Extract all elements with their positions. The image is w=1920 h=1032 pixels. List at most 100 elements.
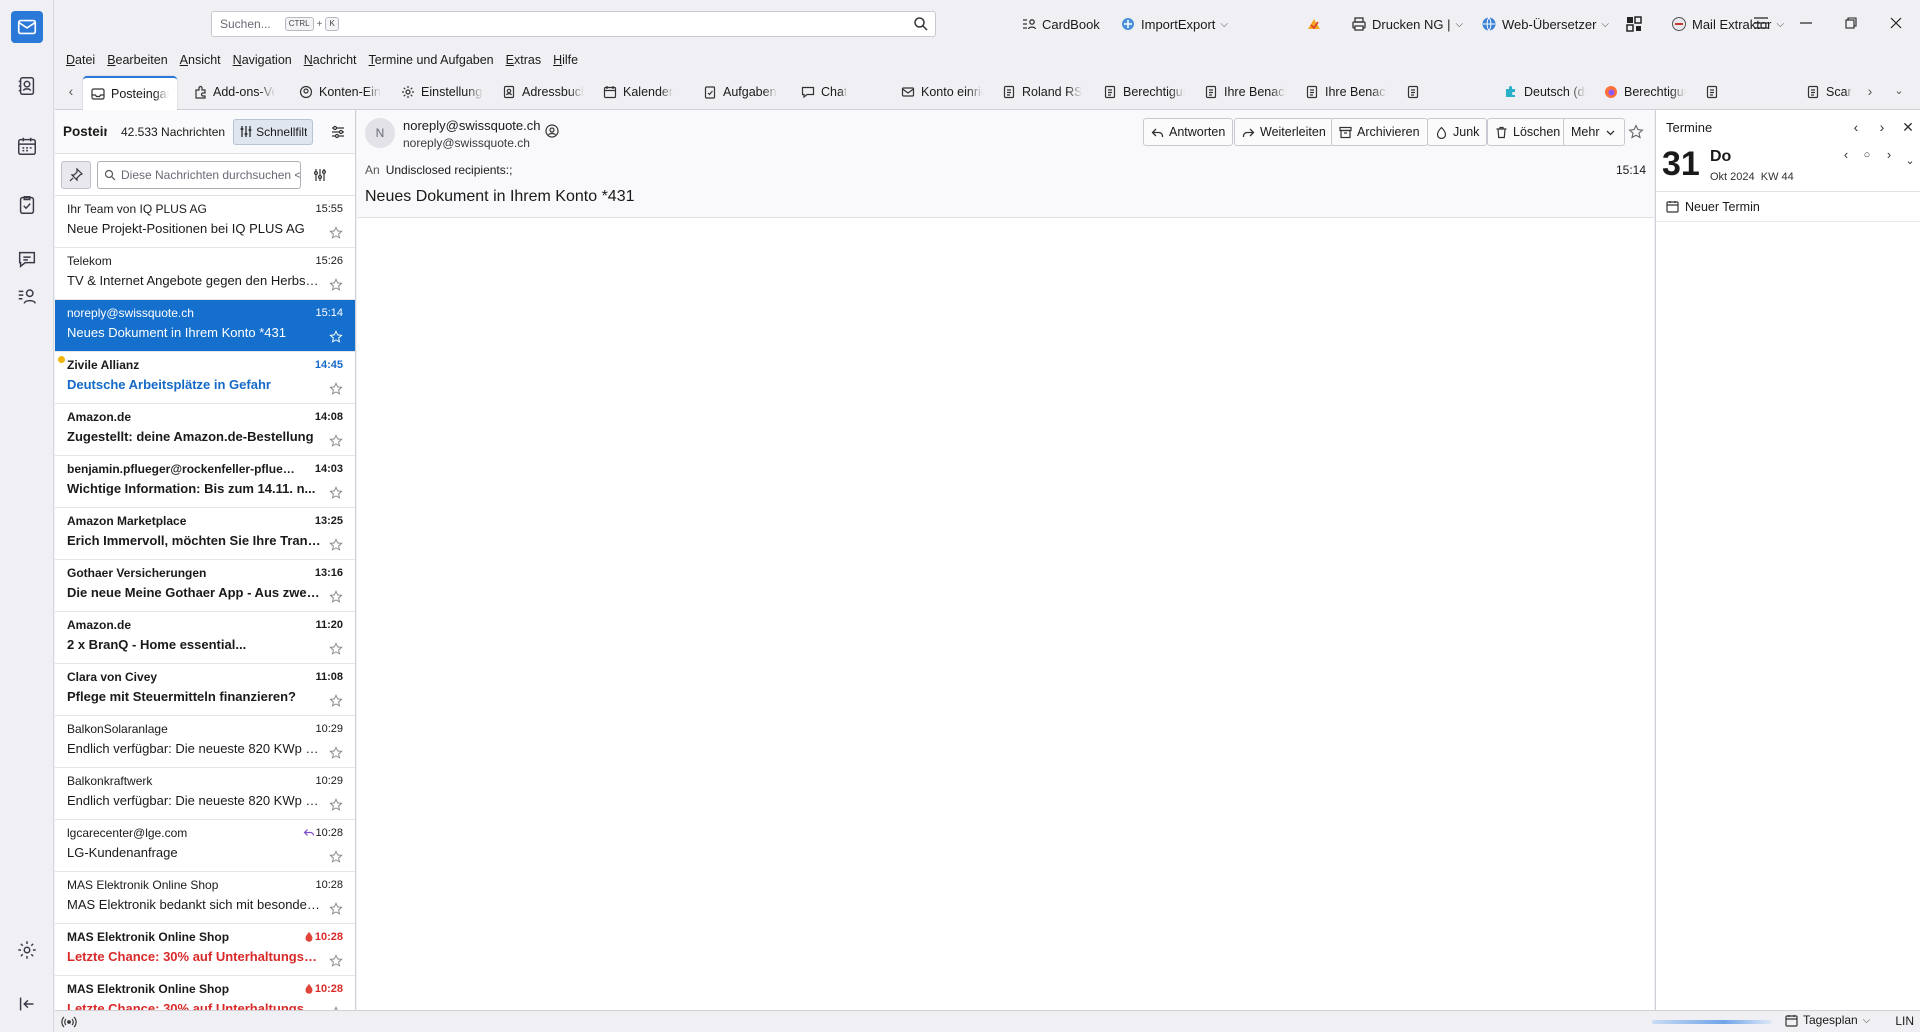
tab-scroll-left-icon[interactable]: ‹ <box>64 84 78 98</box>
collapse-spaces-icon[interactable] <box>11 988 43 1020</box>
next-icon[interactable]: › <box>1874 119 1890 135</box>
cardbook-button[interactable]: CardBook <box>1021 12 1100 36</box>
message-row[interactable]: noreply@swissquote.ch 15:14 Neues Dokument… <box>55 300 355 352</box>
qr-button[interactable] <box>1626 12 1642 36</box>
pin-filter-icon[interactable] <box>61 160 91 189</box>
star-icon[interactable] <box>329 226 343 240</box>
junk-button[interactable]: Junk <box>1427 118 1488 146</box>
star-icon[interactable] <box>329 434 343 448</box>
restore-icon[interactable] <box>1836 10 1866 36</box>
tab-add-ons[interactable]: Add-ons-Verwaltung <box>185 78 287 106</box>
archive-button[interactable]: Archivieren <box>1331 118 1428 146</box>
next-day-icon[interactable]: › <box>1882 148 1896 162</box>
menu-nachricht[interactable]: Nachricht <box>298 53 363 67</box>
menu-bearbeiten[interactable]: Bearbeiten <box>101 53 173 67</box>
menu-ansicht[interactable]: Ansicht <box>174 53 227 67</box>
tab-berechtigungen[interactable]: Berechtigungen <box>1095 78 1195 106</box>
previous-day-icon[interactable]: ‹ <box>1839 148 1853 162</box>
calendar-space-icon[interactable] <box>11 130 43 162</box>
tab-posteingang[interactable]: Posteingang <box>83 76 177 110</box>
addon-button[interactable] <box>1306 12 1322 36</box>
message-row[interactable]: Clara von Civey 11:08 Pflege mit Steuermit… <box>55 664 355 716</box>
message-row[interactable]: Amazon.de 14:08 Zugestellt: deine Amazon.d… <box>55 404 355 456</box>
search-icon[interactable] <box>913 16 929 32</box>
contacts-list-icon[interactable] <box>11 280 43 312</box>
previous-icon[interactable]: ‹ <box>1848 119 1864 135</box>
message-row[interactable]: benjamin.pflueger@rockenfeller-pfluege..… <box>55 456 355 508</box>
global-search-input[interactable]: Suchen... CTRL + K <box>211 11 936 37</box>
to-value[interactable]: Undisclosed recipients:; <box>386 163 513 177</box>
more-button[interactable]: Mehr <box>1563 118 1626 146</box>
quick-filter-button[interactable]: Schnellfilter <box>233 118 314 145</box>
display-options-icon[interactable] <box>329 123 347 141</box>
tab-konten-einstellungen[interactable]: Konten-Einstellungen <box>291 78 393 106</box>
tab-aufgaben[interactable]: Aufgaben <box>695 78 795 106</box>
star-icon[interactable] <box>329 642 343 656</box>
filter-options-icon[interactable] <box>311 166 329 184</box>
from-name[interactable]: noreply@swissquote.ch <box>403 118 540 133</box>
new-event-button[interactable]: Neuer Termin <box>1656 192 1920 222</box>
tab-einstellungen[interactable]: Einstellungen <box>393 78 493 106</box>
message-row[interactable]: Balkonkraftwerk 10:29 Endlich verfügbar: D… <box>55 768 355 820</box>
message-row[interactable]: Gothaer Versicherungen 13:16 Die neue Mein… <box>55 560 355 612</box>
add-contact-icon[interactable] <box>545 124 559 138</box>
message-row[interactable]: Amazon Marketplace 13:25 Erich Immervoll, … <box>55 508 355 560</box>
star-icon[interactable] <box>329 330 343 344</box>
star-icon[interactable] <box>329 382 343 396</box>
message-row[interactable]: MAS Elektronik Online Shop 10:28 MAS Elekt… <box>55 872 355 924</box>
message-row[interactable]: BalkonSolaranlage 10:29 Endlich verfügbar:… <box>55 716 355 768</box>
menu-termine-aufgaben[interactable]: Termine und Aufgaben <box>363 53 500 67</box>
star-icon[interactable] <box>329 590 343 604</box>
reply-button[interactable]: Antworten <box>1143 118 1234 146</box>
star-icon[interactable] <box>329 694 343 708</box>
star-icon[interactable] <box>329 278 343 292</box>
tab-ihre-benachrichtigung-1[interactable]: Ihre Benachrichtigung <box>1196 78 1296 106</box>
minimize-icon[interactable] <box>1791 10 1821 36</box>
settings-gear-icon[interactable] <box>11 934 43 966</box>
message-row[interactable]: lgcarecenter@lge.com 10:28 LG-Kundenanfrag… <box>55 820 355 872</box>
tab-scan[interactable]: Scan <box>1798 78 1860 106</box>
web-uebersetzer-button[interactable]: Web-Übersetzer ⌵ <box>1481 12 1609 36</box>
message-filter-input[interactable]: Diese Nachrichten durchsuchen <Strg+Umsc… <box>97 160 301 189</box>
addressbook-space-icon[interactable] <box>11 70 43 102</box>
star-icon[interactable] <box>329 954 343 968</box>
tab-berechtigungen-firefox[interactable]: Berechtigungen <box>1596 78 1694 106</box>
star-icon[interactable] <box>329 746 343 760</box>
importexport-button[interactable]: ImportExport ⌵ <box>1120 12 1228 36</box>
star-icon[interactable] <box>329 486 343 500</box>
tab-deutsch[interactable]: Deutsch (de) <box>1496 78 1594 106</box>
tab-adressbuch[interactable]: Adressbuch <box>494 78 594 106</box>
tab-ihre-benachrichtigung-2[interactable]: Ihre Benachrichtigung <box>1297 78 1397 106</box>
delete-button[interactable]: Löschen <box>1487 118 1569 146</box>
tasks-space-icon[interactable] <box>11 189 43 221</box>
menu-extras[interactable]: Extras <box>500 53 547 67</box>
forward-button[interactable]: Weiterleiten <box>1234 118 1334 146</box>
today-circle-icon[interactable]: ○ <box>1860 148 1874 162</box>
star-icon[interactable] <box>329 538 343 552</box>
tab-roland-rs[interactable]: Roland RS <box>994 78 1094 106</box>
menu-datei[interactable]: Datei <box>60 53 101 67</box>
view-selector[interactable]: Tagesplan ⌵ <box>1785 1013 1870 1027</box>
from-email[interactable]: noreply@swissquote.ch <box>403 136 530 150</box>
tab-document-2[interactable] <box>1697 78 1737 106</box>
message-row[interactable]: Telekom 15:26 TV & Internet Angebote gegen… <box>55 248 355 300</box>
tab-chat[interactable]: Chat <box>793 78 893 106</box>
close-icon[interactable]: ✕ <box>1900 119 1916 135</box>
drucken-ng-button[interactable]: Drucken NG | ⌵ <box>1351 12 1463 36</box>
tab-kalender[interactable]: Kalender <box>595 78 695 106</box>
message-row[interactable]: Ihr Team von IQ PLUS AG 15:55 Neue Projekt… <box>55 196 355 248</box>
mail-space-icon[interactable] <box>11 11 43 43</box>
message-row[interactable]: MAS Elektronik Online Shop 10:28 Letzte Ch… <box>55 924 355 976</box>
message-row[interactable]: MAS Elektronik Online Shop 10:28 Letzte Ch… <box>55 976 355 1010</box>
app-menu-icon[interactable] <box>1746 10 1776 36</box>
chevron-down-icon[interactable]: ⌄ <box>1903 154 1917 168</box>
online-status-icon[interactable] <box>61 1014 77 1030</box>
message-row[interactable]: Amazon.de 11:20 2 x BranQ - Home essential… <box>55 612 355 664</box>
tab-scroll-right-icon[interactable]: › <box>1863 84 1877 98</box>
tab-document[interactable] <box>1398 78 1438 106</box>
chat-space-icon[interactable] <box>11 243 43 275</box>
message-row[interactable]: Zivile Allianz 14:45 Deutsche Arbeitsplätz… <box>55 352 355 404</box>
star-icon[interactable] <box>1628 124 1644 140</box>
star-icon[interactable] <box>329 902 343 916</box>
tab-list-chevron-icon[interactable]: ⌄ <box>1892 84 1906 98</box>
